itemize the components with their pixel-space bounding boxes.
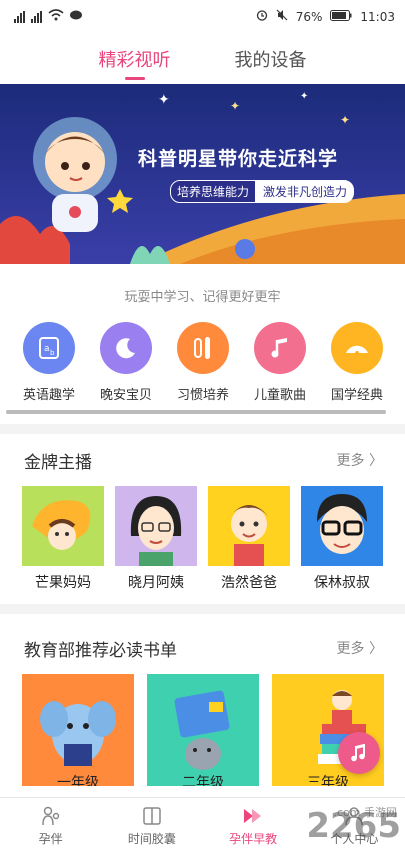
- elephant-illustration: [40, 701, 116, 766]
- chat-icon: [70, 10, 82, 24]
- category-classics[interactable]: 国学经典: [326, 322, 388, 412]
- music-note-icon: [351, 744, 365, 762]
- battery-percent: 76%: [295, 9, 323, 24]
- banner-tag-thinking: 培养思维能力: [170, 180, 257, 203]
- banner[interactable]: ✦ ✦ ✦ ✦ 科普明星带你走近科学 培养思维能力 激发非凡创造力: [0, 84, 405, 264]
- category-label: 习惯培养: [176, 388, 229, 403]
- mouse-book-illustration: [174, 690, 230, 770]
- more-label: 更多: [336, 641, 365, 657]
- banner-tag-creativity: 激发非凡创造力: [256, 180, 355, 203]
- divider: [0, 424, 405, 434]
- host-avatar: [301, 486, 383, 566]
- svg-text:✦: ✦: [230, 99, 240, 113]
- host-card[interactable]: 晓月阿姨: [115, 486, 197, 592]
- books-row: 一年级 二年级 三年级: [22, 674, 384, 786]
- category-label: 国学经典: [330, 388, 383, 403]
- category-english[interactable]: ab 英语趣学: [18, 322, 80, 412]
- book-card[interactable]: 二年级: [147, 674, 259, 786]
- moon-icon: [100, 322, 152, 374]
- tab-my-devices[interactable]: 我的设备: [235, 38, 307, 80]
- category-scrollbar[interactable]: [6, 410, 386, 414]
- category-label: 英语趣学: [22, 388, 75, 403]
- category-row: ab 英语趣学 晚安宝贝 习惯培养 儿童歌曲 国学经典: [0, 322, 405, 412]
- scrollbar-thumb[interactable]: [6, 410, 386, 414]
- chevron-right-icon: 〉: [369, 641, 383, 657]
- books-section-title: 教育部推荐必读书单: [24, 641, 177, 661]
- toothbrush-icon: [177, 322, 229, 374]
- divider: [0, 604, 405, 614]
- book-grade: 二年级: [182, 775, 224, 786]
- banner-title: 科普明星带你走近科学: [138, 148, 339, 170]
- host-name: 保林叔叔: [314, 575, 370, 591]
- book-icon: [143, 807, 161, 825]
- category-songs[interactable]: 儿童歌曲: [249, 322, 311, 412]
- host-card[interactable]: 芒果妈妈: [22, 486, 104, 592]
- tagline: 玩耍中学习、记得更好更牢: [124, 290, 281, 305]
- banner-illustration: ✦ ✦ ✦ ✦: [0, 84, 405, 264]
- nav-label: 孕伴: [38, 832, 63, 846]
- host-name: 晓月阿姨: [128, 575, 184, 591]
- category-goodnight[interactable]: 晚安宝贝: [95, 322, 157, 412]
- category-habits[interactable]: 习惯培养: [172, 322, 234, 412]
- top-tabs: 精彩视听 我的设备: [0, 34, 405, 84]
- book-grade: 三年级: [307, 775, 349, 786]
- host-avatar: [115, 486, 197, 566]
- nav-label: 时间胶囊: [127, 832, 176, 846]
- music-note-icon: [254, 322, 306, 374]
- host-avatar: [208, 486, 290, 566]
- category-label: 晚安宝贝: [99, 388, 152, 403]
- mute-icon: [276, 9, 288, 24]
- nav-label: 孕伴早教: [229, 832, 278, 846]
- abc-card-icon: ab: [23, 322, 75, 374]
- svg-text:a: a: [44, 344, 50, 354]
- parent-child-icon: [41, 806, 59, 826]
- svg-text:✦: ✦: [158, 92, 170, 108]
- status-bar: 76% 11:03: [0, 0, 405, 34]
- book-grade: 一年级: [57, 775, 99, 786]
- svg-text:b: b: [50, 349, 55, 357]
- host-card[interactable]: 保林叔叔: [301, 486, 383, 592]
- nav-pregnancy[interactable]: 孕伴: [0, 798, 101, 854]
- hosts-section-title: 金牌主播: [24, 453, 92, 473]
- host-name: 芒果妈妈: [35, 575, 91, 591]
- nav-early-education[interactable]: 孕伴早教: [203, 798, 304, 854]
- host-avatar: [22, 486, 104, 566]
- tab-audio-video[interactable]: 精彩视听: [99, 38, 171, 80]
- hosts-more-link[interactable]: 更多 〉: [337, 450, 383, 470]
- signal-icon-2: [31, 10, 42, 23]
- watermark-logo: 2265: [306, 806, 401, 846]
- books-more-link[interactable]: 更多 〉: [337, 638, 383, 658]
- chevron-right-icon: 〉: [369, 453, 383, 469]
- svg-text:✦: ✦: [300, 91, 308, 102]
- hosts-row: 芒果妈妈 晓月阿姨 浩然爸爸 保林叔叔: [22, 486, 383, 592]
- svg-text:✦: ✦: [340, 113, 350, 127]
- music-player-button[interactable]: [338, 732, 380, 774]
- category-label: 儿童歌曲: [253, 388, 306, 403]
- host-name: 浩然爸爸: [221, 575, 277, 591]
- play-icon: [244, 809, 262, 823]
- host-card[interactable]: 浩然爸爸: [208, 486, 290, 592]
- banner-tags: 培养思维能力 激发非凡创造力: [170, 180, 355, 203]
- clock: 11:03: [360, 9, 395, 24]
- wifi-icon: [48, 9, 64, 24]
- signal-icon: [14, 10, 25, 23]
- nav-time-capsule[interactable]: 时间胶囊: [101, 798, 202, 854]
- book-card[interactable]: 一年级: [22, 674, 134, 786]
- battery-icon: [330, 9, 352, 24]
- alarm-icon: [256, 9, 268, 24]
- fan-icon: [331, 322, 383, 374]
- more-label: 更多: [336, 453, 365, 469]
